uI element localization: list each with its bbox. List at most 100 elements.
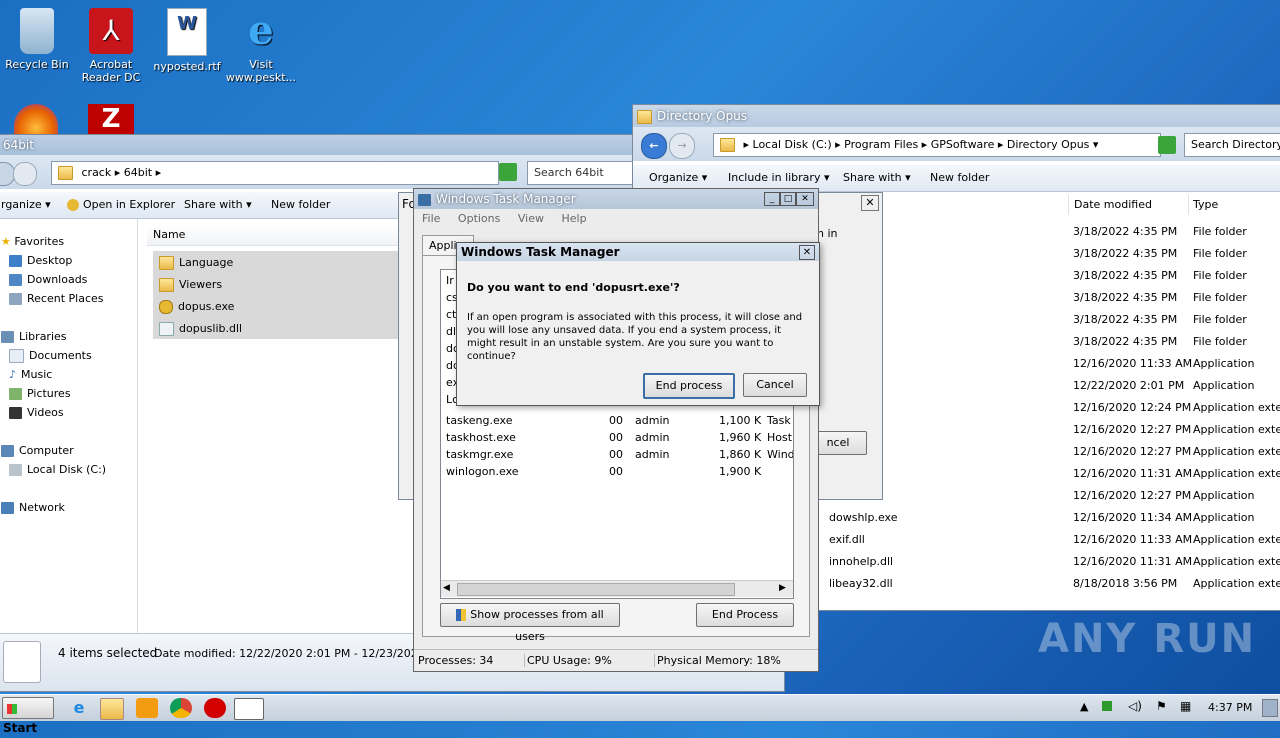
desktop-icon-nyposted[interactable]: W nyposted.rtf [150, 8, 224, 73]
tray-volume-icon[interactable]: ◁) [1128, 699, 1142, 713]
process-name-cell: winlogon.exe [446, 465, 519, 478]
list-item[interactable]: Language [159, 256, 233, 270]
forward-button[interactable]: → [669, 133, 695, 159]
nav-music[interactable]: ♪ Music [9, 368, 52, 381]
dialog-close-button[interactable]: ✕ [861, 195, 879, 211]
include-in-library-button[interactable]: Include in library ▾ [728, 171, 829, 184]
menu-view[interactable]: View [518, 212, 544, 225]
desktop-icon-visit[interactable]: e Visit www.peskt... [224, 7, 298, 85]
share-with-button[interactable]: Share with ▾ [184, 198, 252, 211]
breadcrumb-program-files[interactable]: Program Files [844, 138, 918, 151]
nav-downloads[interactable]: Downloads [9, 273, 87, 286]
filezilla-icon[interactable]: Z [88, 104, 134, 134]
new-folder-button[interactable]: New folder [271, 198, 330, 211]
list-item[interactable]: dopuslib.dll [159, 322, 242, 336]
address-bar[interactable]: ▸ Local Disk (C:) ▸ Program Files ▸ GPSo… [713, 133, 1161, 157]
cancel-button[interactable]: Cancel [743, 373, 807, 397]
menu-help[interactable]: Help [561, 212, 586, 225]
nav-pictures[interactable]: Pictures [9, 387, 71, 400]
refresh-button[interactable] [1158, 136, 1176, 154]
process-row-partial[interactable]: dl [446, 325, 456, 338]
breadcrumb-local-disk[interactable]: Local Disk (C:) [753, 138, 832, 151]
end-process-button[interactable]: End Process [696, 603, 794, 627]
breadcrumb-gpsoftware[interactable]: GPSoftware [931, 138, 995, 151]
type-cell: Application [1193, 489, 1255, 502]
forward-button[interactable] [13, 162, 37, 186]
dialog-body: If an open program is associated with th… [467, 312, 803, 362]
desktop-icon-label: nyposted.rtf [153, 60, 221, 73]
dialog-close-button[interactable]: ✕ [799, 245, 815, 260]
dialog-title: Windows Task Manager [461, 245, 620, 259]
firefox-icon[interactable] [14, 104, 58, 134]
breadcrumb-directory-opus[interactable]: Directory Opus [1007, 138, 1090, 151]
scroll-right-arrow[interactable]: ▶ [779, 583, 786, 593]
nav-recent-places[interactable]: Recent Places [9, 292, 104, 305]
nav-network[interactable]: Network [1, 501, 65, 514]
refresh-button[interactable] [499, 163, 517, 181]
media-player-taskbar-icon[interactable] [136, 698, 158, 718]
explorer-taskbar-icon[interactable] [100, 698, 124, 720]
ie-taskbar-icon[interactable]: e [68, 698, 90, 718]
date-modified-cell: 12/16/2020 12:24 PM [1073, 401, 1192, 414]
nav-videos[interactable]: Videos [9, 406, 64, 419]
start-button[interactable]: Start [2, 697, 54, 735]
task-manager-taskbar-icon[interactable] [234, 698, 264, 720]
process-row-partial[interactable]: Ir [446, 274, 454, 287]
desktop-icon-recycle-bin[interactable]: Recycle Bin [0, 8, 74, 71]
date-modified-cell: 12/16/2020 11:34 AM [1073, 511, 1193, 524]
close-button[interactable]: ✕ [796, 192, 814, 206]
chrome-taskbar-icon[interactable] [170, 698, 192, 718]
nav-local-disk[interactable]: Local Disk (C:) [9, 463, 106, 476]
window-titlebar[interactable]: Directory Opus [633, 105, 1280, 127]
new-folder-button[interactable]: New folder [930, 171, 989, 184]
opera-taskbar-icon[interactable] [204, 698, 226, 718]
column-header-date-modified[interactable]: Date modified [1068, 195, 1189, 215]
maximize-button[interactable]: □ [780, 192, 796, 206]
column-header-type[interactable]: Type [1188, 195, 1280, 215]
description-cell: Host [767, 431, 793, 444]
nav-desktop[interactable]: Desktop [9, 254, 72, 267]
clock[interactable]: 4:37 PM [1208, 701, 1252, 714]
show-all-processes-button[interactable]: Show processes from all users [440, 603, 620, 643]
share-with-button[interactable]: Share with ▾ [843, 171, 911, 184]
column-header-name[interactable]: Name [147, 225, 403, 246]
nav-libraries[interactable]: Libraries [1, 330, 67, 343]
breadcrumb-64bit[interactable]: 64bit [124, 166, 152, 179]
tray-green-icon[interactable] [1102, 701, 1112, 711]
videos-icon [9, 407, 22, 419]
pictures-icon [9, 388, 22, 400]
list-item[interactable]: Viewers [159, 278, 222, 292]
nav-computer[interactable]: Computer [1, 444, 74, 457]
end-process-confirm-button[interactable]: End process [643, 373, 735, 399]
menu-file[interactable]: File [422, 212, 440, 225]
tray-flag-icon[interactable]: ⚑ [1156, 699, 1167, 713]
type-cell: Application extens [1193, 401, 1280, 414]
nav-favorites[interactable]: ★ Favorites [1, 235, 64, 248]
tray-network-icon[interactable]: ▦ [1180, 699, 1191, 713]
search-input[interactable]: Search Directory O [1184, 133, 1280, 157]
organize-button[interactable]: rganize ▾ [1, 198, 51, 211]
desktop-icon-acrobat[interactable]: ⅄ Acrobat Reader DC [74, 8, 148, 84]
ie-icon: e [248, 7, 274, 54]
process-row-partial[interactable]: ct [446, 308, 456, 321]
documents-icon [9, 349, 24, 363]
menu-options[interactable]: Options [458, 212, 500, 225]
open-in-explorer-button[interactable]: Open in Explorer [67, 198, 175, 211]
organize-button[interactable]: Organize ▾ [649, 171, 707, 184]
scroll-left-arrow[interactable]: ◀ [443, 583, 450, 593]
search-input[interactable]: Search 64bit [527, 161, 645, 185]
list-item[interactable]: dopus.exe [159, 300, 234, 314]
window-titlebar[interactable]: Windows Task Manager [414, 189, 818, 209]
description-cell: Task [767, 414, 791, 427]
back-button[interactable]: ← [641, 133, 667, 159]
breadcrumb-crack[interactable]: crack [82, 166, 112, 179]
show-hidden-icons-button[interactable]: ▲ [1080, 700, 1088, 713]
dialog-titlebar[interactable]: Windows Task Manager [457, 243, 819, 261]
date-modified-cell: 12/16/2020 11:31 AM [1073, 555, 1193, 568]
address-bar[interactable]: crack ▸ 64bit ▸ [51, 161, 499, 185]
show-desktop-button[interactable] [1262, 699, 1278, 717]
nav-documents[interactable]: Documents [9, 349, 92, 363]
scroll-thumb[interactable] [457, 583, 735, 596]
horizontal-scrollbar[interactable]: ◀ ▶ [441, 580, 793, 597]
minimize-button[interactable]: _ [764, 192, 780, 206]
